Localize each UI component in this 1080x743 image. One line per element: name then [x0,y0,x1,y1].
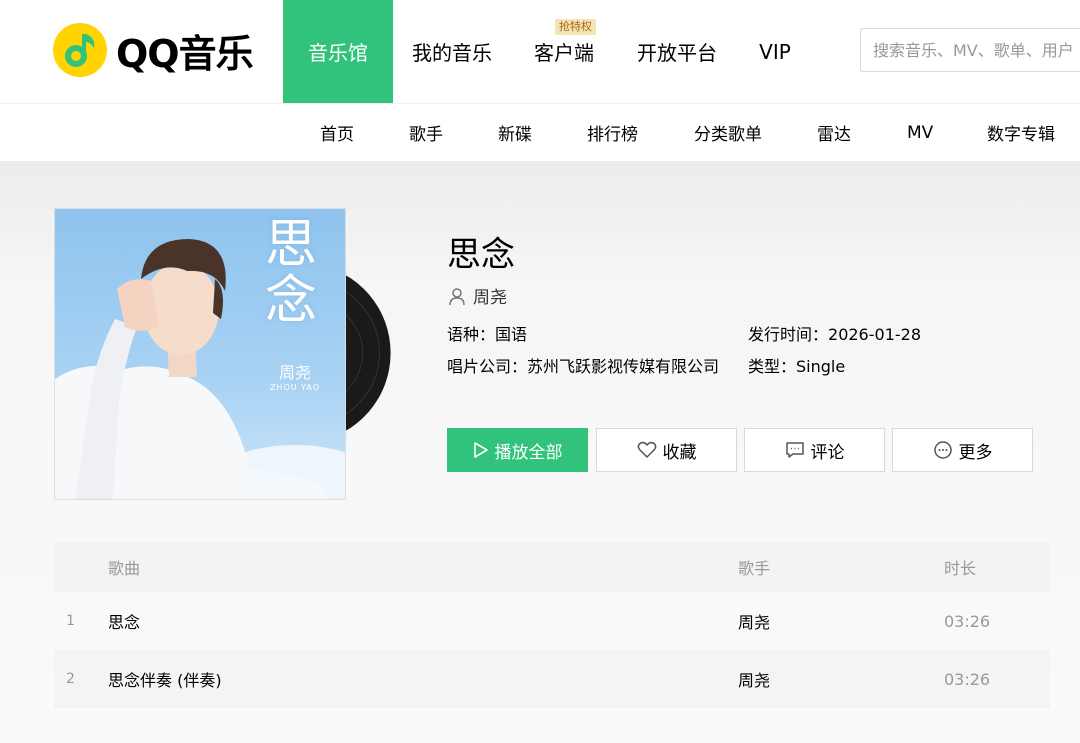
nav-client[interactable]: 抢特权 客户端 [511,0,617,103]
type-label: 类型： [748,357,797,376]
row-duration: 03:26 [944,611,991,631]
language-value: 国语 [495,325,528,344]
qq-music-logo-icon [53,23,107,77]
table-row[interactable]: 2 思念伴奏 (伴奏) 周尧 03:26 [54,650,1050,708]
table-header: 歌曲 歌手 时长 [54,542,1050,592]
type-value: Single [796,357,846,376]
album-cover-group[interactable]: 思念 周尧 ZHOU YAO [54,208,391,500]
row-singer[interactable]: 周尧 [738,592,770,650]
play-icon [473,442,488,458]
album-title: 思念 [447,235,515,275]
record-label-label: 唱片公司： [447,357,528,376]
row-song-title[interactable]: 思念 [108,592,140,650]
subnav-playlists[interactable]: 分类歌单 [694,104,762,161]
play-all-button[interactable]: 播放全部 [447,428,588,472]
comment-button[interactable]: 评论 [744,428,885,472]
row-index: 2 [66,671,75,687]
subnav-mv[interactable]: MV [907,104,933,161]
header-song: 歌曲 [108,559,141,578]
favorite-button[interactable]: 收藏 [596,428,737,472]
brand-name: QQ音乐 [116,31,254,76]
more-label: 更多 [958,442,993,463]
album-singer[interactable]: 周尧 [447,283,507,308]
search-input[interactable] [860,28,1080,72]
play-all-label: 播放全部 [494,442,563,463]
release-value: 2026-01-28 [828,325,921,344]
header-duration: 时长 [944,559,977,578]
subnav-home[interactable]: 首页 [320,104,354,161]
record-label-value[interactable]: 苏州飞跃影视传媒有限公司 [527,357,719,376]
cover-title-text: 思念 [264,215,317,331]
nav-my-music[interactable]: 我的音乐 [393,0,511,103]
language-label: 语种： [447,325,496,344]
comment-label: 评论 [810,442,845,463]
album-cover-image: 思念 周尧 ZHOU YAO [54,208,346,500]
nav-label: 音乐馆 [308,41,368,65]
favorite-label: 收藏 [662,442,697,463]
row-singer[interactable]: 周尧 [738,650,770,708]
header-singer: 歌手 [738,559,771,578]
nav-label: 客户端 [534,41,594,65]
comment-icon [785,442,804,458]
cover-artist-text: 周尧 [278,363,311,382]
info-record-label: 唱片公司：苏州飞跃影视传媒有限公司 [447,353,719,377]
top-header: QQ音乐 音乐馆 我的音乐 抢特权 客户端 开放平台 VIP [0,0,1080,103]
info-release-date: 发行时间：2026-01-28 [748,321,921,345]
nav-label: VIP [759,39,791,64]
more-button[interactable]: 更多 [892,428,1033,472]
privilege-badge: 抢特权 [555,19,596,35]
release-label: 发行时间： [748,325,829,344]
more-icon [933,441,952,459]
subnav-charts[interactable]: 排行榜 [587,104,638,161]
nav-open-platform[interactable]: 开放平台 [617,0,737,103]
row-index: 1 [66,613,75,629]
album-detail: 思念 周尧 ZHOU YAO 思念 周尧 语种：国语 发行时间：2026-01-… [0,161,1080,743]
subnav-digital-albums[interactable]: 数字专辑 [987,104,1055,161]
row-duration: 03:26 [944,669,991,689]
subnav-singers[interactable]: 歌手 [409,104,443,161]
subnav-radar[interactable]: 雷达 [817,104,851,161]
row-song-title[interactable]: 思念伴奏 (伴奏) [108,650,222,708]
main-nav: 音乐馆 我的音乐 抢特权 客户端 开放平台 VIP [283,0,813,103]
table-row[interactable]: 1 思念 周尧 03:26 [54,592,1050,650]
info-language: 语种：国语 [447,321,527,345]
cover-pinyin-text: ZHOU YAO [269,383,321,392]
nav-label: 开放平台 [637,41,717,65]
subnav-new-albums[interactable]: 新碟 [498,104,532,161]
nav-music-hall[interactable]: 音乐馆 [283,0,393,103]
sub-nav-bar: 首页 歌手 新碟 排行榜 分类歌单 雷达 MV 数字专辑 [0,104,1080,161]
singer-name[interactable]: 周尧 [473,283,507,308]
heart-icon [637,441,656,458]
nav-vip[interactable]: VIP [737,0,813,103]
info-type: 类型：Single [748,353,845,377]
song-table: 歌曲 歌手 时长 1 思念 周尧 03:26 2 思念伴奏 (伴奏) 周尧 03… [54,542,1050,708]
logo[interactable]: QQ音乐 [52,20,254,80]
nav-label: 我的音乐 [412,41,492,65]
person-icon [449,287,465,305]
